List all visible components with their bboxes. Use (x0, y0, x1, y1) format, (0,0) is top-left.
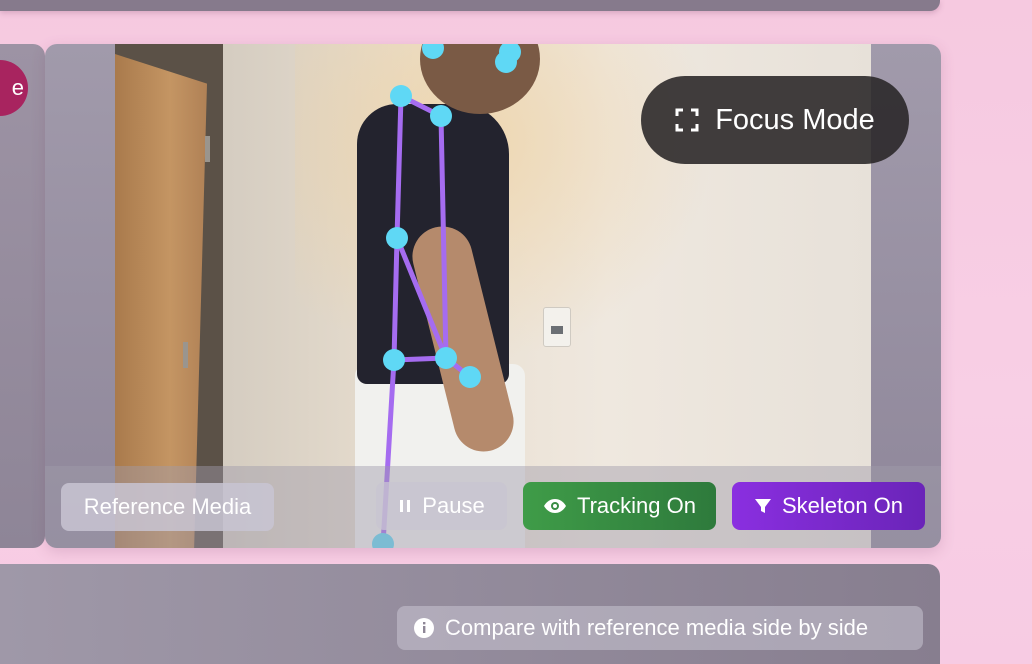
comparison-hint: Compare with reference media side by sid… (397, 606, 923, 650)
comparison-panel: Compare with reference media side by sid… (0, 564, 940, 664)
keypoint (430, 105, 452, 127)
keypoint (390, 85, 412, 107)
skeleton-bone (394, 93, 404, 241)
filter-icon (754, 499, 771, 513)
focus-mode-button[interactable]: Focus Mode (641, 76, 909, 164)
keypoint (422, 44, 444, 59)
keypoint (495, 51, 517, 73)
comparison-hint-text: Compare with reference media side by sid… (445, 615, 869, 640)
skeleton-bone (391, 235, 400, 363)
info-icon (414, 618, 434, 638)
left-panel-button-label: e (11, 75, 24, 100)
tracking-toggle-button[interactable]: Tracking On (523, 482, 716, 530)
keypoint (459, 366, 481, 388)
keypoint (383, 349, 405, 371)
skeleton-label: Skeleton On (781, 493, 904, 518)
keypoint (386, 227, 408, 249)
fullscreen-icon (675, 108, 699, 132)
focus-mode-label: Focus Mode (715, 103, 875, 136)
reference-media-button[interactable]: Reference Media (61, 483, 274, 531)
left-panel-button[interactable]: e (0, 60, 28, 116)
camera-panel: Focus Mode Reference Media Pause Trackin… (45, 44, 941, 548)
keypoint (435, 347, 457, 369)
pause-label: Pause (422, 493, 485, 518)
pause-button[interactable]: Pause (376, 482, 507, 530)
top-panel (0, 0, 940, 11)
left-panel: e (0, 44, 45, 548)
skeleton-bone (394, 235, 449, 361)
reference-media-label: Reference Media (83, 494, 252, 519)
skeleton-toggle-button[interactable]: Skeleton On (732, 482, 925, 530)
tracking-label: Tracking On (576, 493, 696, 518)
pause-icon (400, 500, 411, 512)
skeleton-bone (438, 113, 449, 361)
eye-icon (543, 499, 566, 513)
